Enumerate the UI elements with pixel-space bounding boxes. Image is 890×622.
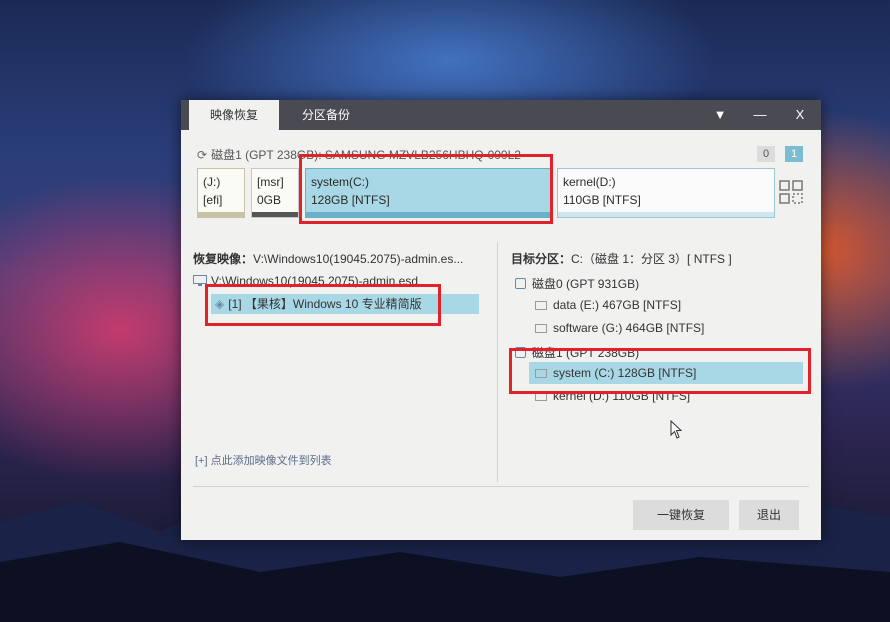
close-button[interactable]: X: [785, 100, 815, 130]
view-grid-icon[interactable]: [779, 180, 803, 204]
disk-badge-0[interactable]: 0: [757, 146, 775, 162]
partition-efi[interactable]: (J:)[efi] 0.3G...: [197, 168, 245, 218]
restore-window: 映像恢复 分区备份 ▼ — X ⟳ 磁盘1 (GPT 238GB): SAMSUN…: [181, 100, 821, 540]
partition-size: 0GB: [257, 193, 282, 207]
tree-partition-data[interactable]: data (E:) 467GB [NTFS]: [535, 298, 681, 312]
tab-partition-backup[interactable]: 分区备份: [281, 100, 371, 130]
layers-icon: ◈: [215, 297, 225, 311]
tree-disk1-label: 磁盘1 (GPT 238GB): [532, 346, 640, 360]
add-image-link[interactable]: [+] 点此添加映像文件到列表: [195, 452, 332, 468]
partition-usage-bar: [306, 212, 550, 217]
partition-usage-bar: [198, 212, 244, 217]
target-partition-value: C:（磁盘 1：分区 3）[ NTFS ]: [571, 252, 732, 266]
tree-partition-label: software (G:) 464GB [NTFS]: [553, 321, 705, 335]
tab-image-restore[interactable]: 映像恢复: [189, 100, 279, 130]
partition-size: 110GB [NTFS]: [563, 193, 641, 207]
pane-divider: [497, 242, 498, 482]
disk-icon: [515, 347, 526, 358]
partition-name: system(C:): [311, 175, 369, 189]
disk-icon: [515, 278, 526, 289]
folder-icon: [535, 392, 547, 401]
restore-image-label: 恢复映像：: [193, 252, 254, 266]
minimize-button[interactable]: —: [745, 100, 775, 130]
partition-size: 128GB [NTFS]: [311, 193, 390, 207]
menu-dropdown-button[interactable]: ▼: [705, 100, 735, 130]
disk-label: 磁盘1 (GPT 238GB): SAMSUNG MZVLB256HBHQ-00…: [211, 148, 521, 162]
target-partition-line: 目标分区：C:（磁盘 1：分区 3）[ NTFS ]: [511, 250, 732, 267]
tree-partition-label: kernel (D:) 110GB [NTFS]: [553, 389, 691, 403]
partition-usage-bar: [252, 212, 298, 217]
partition-system[interactable]: system(C:) 128GB [NTFS]: [305, 168, 551, 218]
footer-divider: [193, 486, 809, 487]
tree-partition-kernel[interactable]: kernel (D:) 110GB [NTFS]: [535, 389, 690, 403]
tree-disk0[interactable]: 磁盘0 (GPT 931GB): [515, 275, 639, 292]
image-file-item[interactable]: V:\Windows10(19045.2075)-admin.esd: [193, 274, 418, 288]
tree-partition-label: system (C:) 128GB [NTFS]: [553, 366, 697, 380]
one-click-restore-button[interactable]: 一键恢复: [633, 500, 729, 530]
partition-usage-bar: [558, 212, 774, 217]
restore-image-line: 恢复映像：V:\Windows10(19045.2075)-admin.es..…: [193, 250, 463, 267]
tree-disk1[interactable]: 磁盘1 (GPT 238GB): [515, 344, 639, 361]
partition-name: (J:)[efi]: [203, 175, 223, 207]
folder-icon: [535, 369, 547, 378]
restore-image-path: V:\Windows10(19045.2075)-admin.es...: [253, 252, 464, 266]
folder-icon: [535, 324, 547, 333]
refresh-icon[interactable]: ⟳: [197, 148, 207, 162]
tree-partition-label: data (E:) 467GB [NTFS]: [553, 298, 682, 312]
partition-name: [msr]: [257, 175, 284, 189]
disk-info-line: ⟳ 磁盘1 (GPT 238GB): SAMSUNG MZVLB256HBHQ-0…: [197, 146, 521, 163]
mouse-cursor-icon: [670, 420, 683, 439]
partition-name: kernel(D:): [563, 175, 616, 189]
partition-msr[interactable]: [msr] 0GB: [251, 168, 299, 218]
tree-partition-software[interactable]: software (G:) 464GB [NTFS]: [535, 321, 704, 335]
monitor-icon: [193, 275, 207, 286]
title-bar: 映像恢复 分区备份 ▼ — X: [181, 100, 821, 130]
image-edition-item[interactable]: ◈ [1] 【果核】Windows 10 专业精简版: [211, 294, 479, 314]
folder-icon: [535, 301, 547, 310]
tree-partition-system[interactable]: system (C:) 128GB [NTFS]: [529, 362, 803, 384]
target-partition-label: 目标分区：: [511, 252, 572, 266]
exit-button[interactable]: 退出: [739, 500, 799, 530]
image-edition-label: [1] 【果核】Windows 10 专业精简版: [228, 297, 422, 311]
image-file-name: V:\Windows10(19045.2075)-admin.esd: [211, 274, 419, 288]
tree-disk0-label: 磁盘0 (GPT 931GB): [532, 277, 640, 291]
disk-badge-1[interactable]: 1: [785, 146, 803, 162]
partition-kernel[interactable]: kernel(D:) 110GB [NTFS]: [557, 168, 775, 218]
